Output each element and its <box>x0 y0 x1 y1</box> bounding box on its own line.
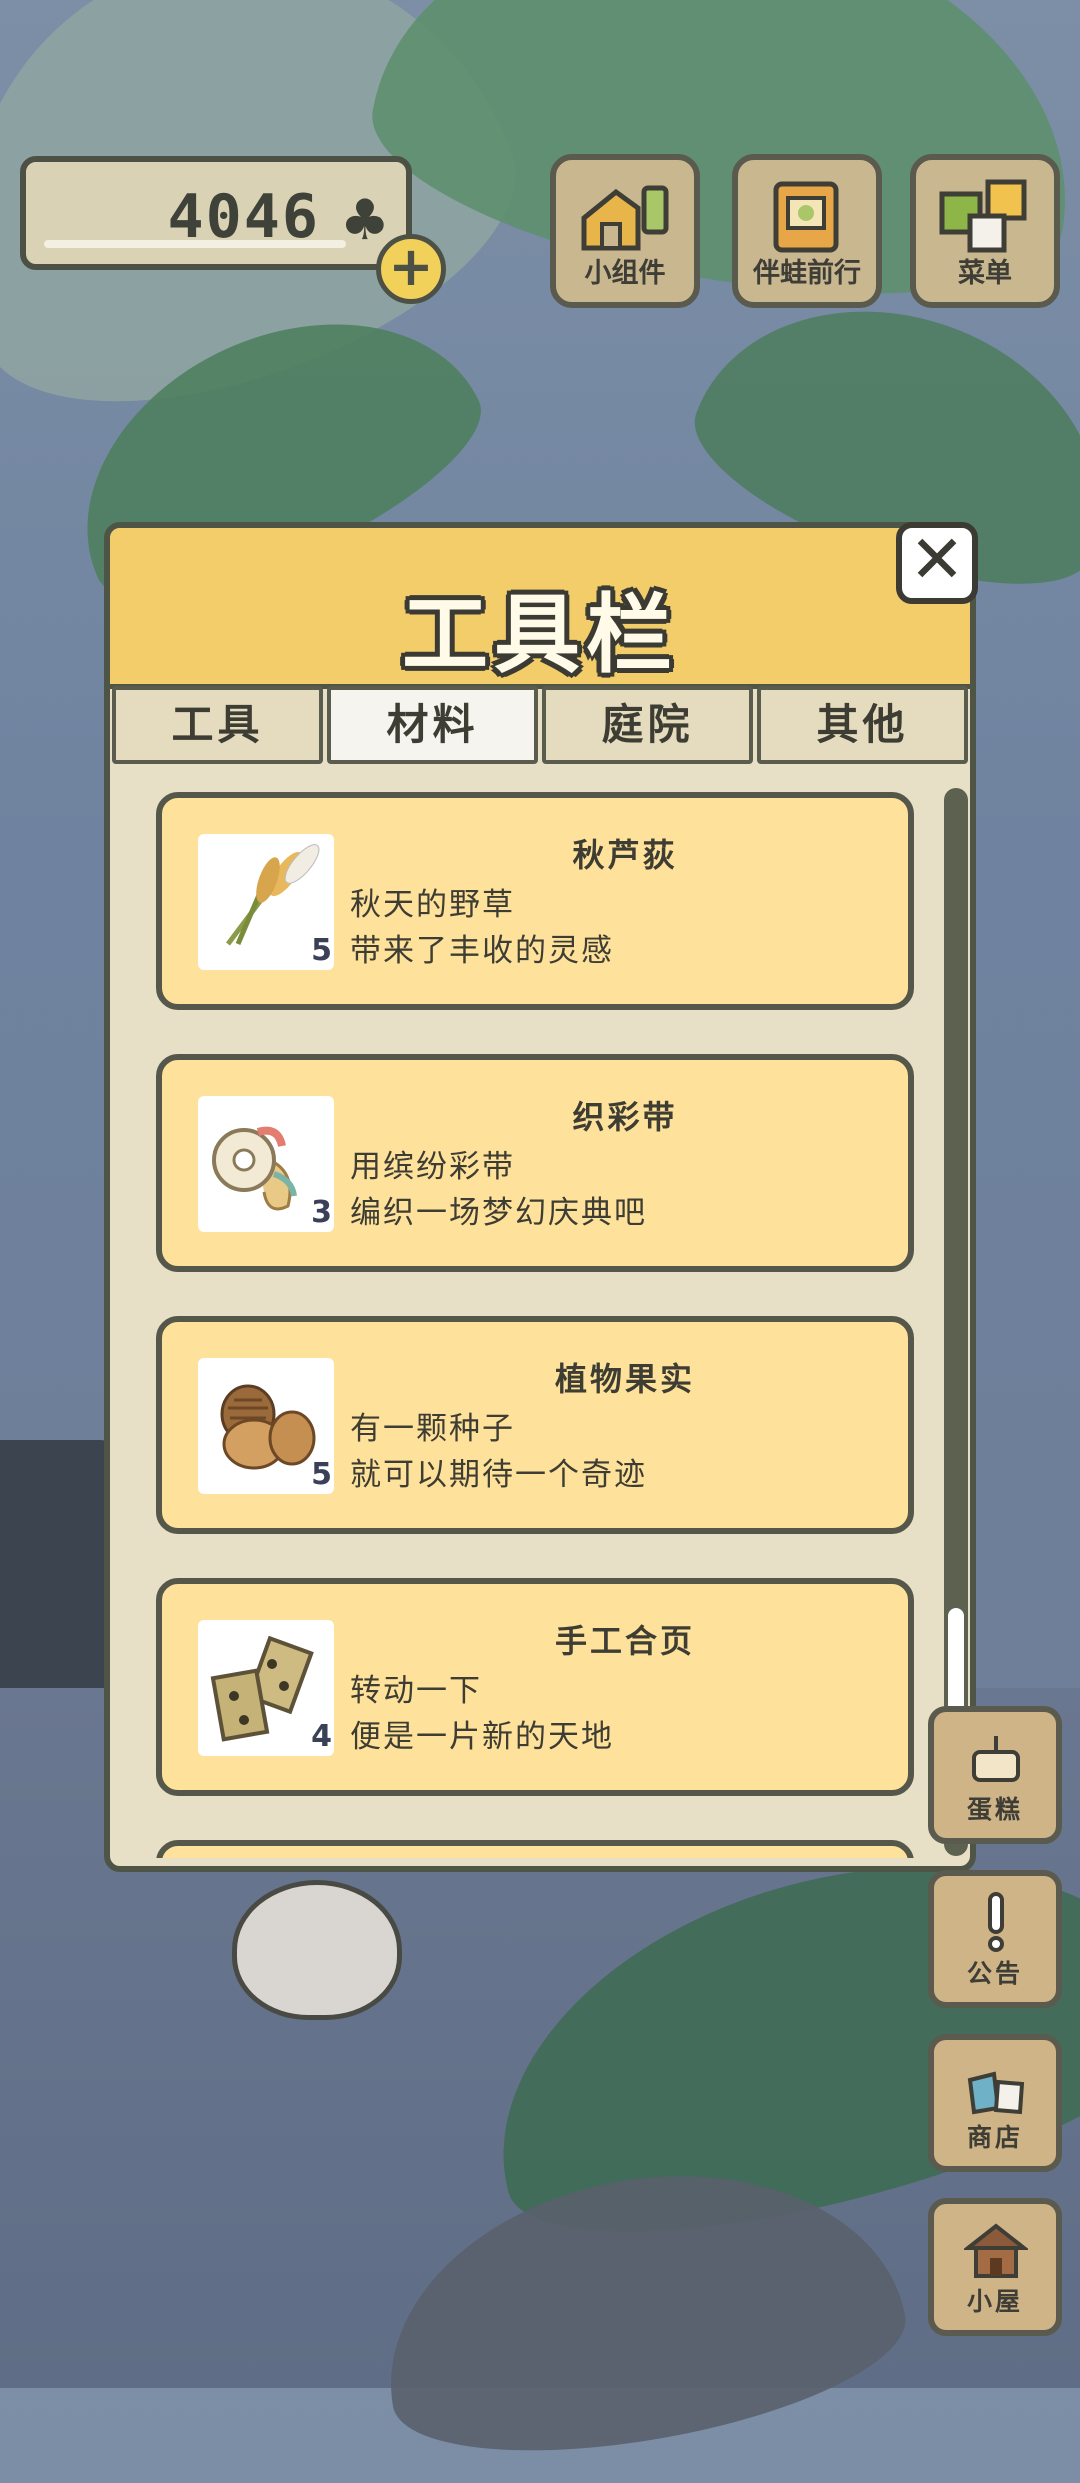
add-clover-button[interactable]: + <box>376 234 446 304</box>
tab-materials[interactable]: 材料 <box>327 686 538 764</box>
item-count: 5 <box>311 933 332 968</box>
clover-icon: ♣ <box>339 188 390 253</box>
item-description-line: 就可以期待一个奇迹 <box>350 1457 647 1493</box>
widget-button[interactable]: 小组件 <box>550 154 700 308</box>
shop-bags-icon <box>967 2071 1025 2115</box>
item-description-line: 编织一场梦幻庆典吧 <box>350 1195 647 1231</box>
close-button[interactable]: ✕ <box>896 522 978 604</box>
cake-icon <box>972 1736 1020 1782</box>
item-description: 秋天的野草 带来了丰收的灵感 <box>350 882 614 974</box>
item-count: 3 <box>311 1195 332 1230</box>
frog-character[interactable] <box>232 1880 402 2020</box>
item-description-line: 有一颗种子 <box>350 1411 515 1447</box>
item-description: 有一颗种子 就可以期待一个奇迹 <box>350 1406 647 1498</box>
counter-highlight <box>44 240 346 248</box>
list-item[interactable]: 3 织彩带 用缤纷彩带 编织一场梦幻庆典吧 <box>156 1054 914 1272</box>
item-description-line: 带来了丰收的灵感 <box>350 933 614 969</box>
item-thumbnail: 5 <box>198 834 334 970</box>
item-thumbnail: 4 <box>198 1620 334 1756</box>
widget-label: 小组件 <box>584 258 666 289</box>
shop-button[interactable]: 商店 <box>928 2034 1062 2172</box>
item-count: 5 <box>311 1457 332 1492</box>
item-name: 秋芦荻 <box>572 836 678 874</box>
menu-icon <box>939 179 1027 253</box>
item-description: 用缤纷彩带 编织一场梦幻庆典吧 <box>350 1144 647 1236</box>
tab-other[interactable]: 其他 <box>757 686 968 764</box>
item-description: 转动一下 便是一片新的天地 <box>350 1668 614 1760</box>
menu-label: 菜单 <box>958 258 1012 289</box>
item-name: 植物果实 <box>554 1360 695 1398</box>
toolbar-panel: 工具栏 工具 材料 庭院 其他 5 秋芦荻 秋天的野草 带来了丰收的灵感 3 织… <box>104 522 976 1872</box>
shop-label: 商店 <box>966 2123 1023 2152</box>
exclamation-icon <box>988 1892 1004 1952</box>
scrollbar[interactable] <box>944 788 968 1856</box>
item-description-line: 便是一片新的天地 <box>350 1719 614 1755</box>
list-item[interactable]: 4 手工合页 转动一下 便是一片新的天地 <box>156 1578 914 1796</box>
tab-tools[interactable]: 工具 <box>112 686 323 764</box>
panel-header: 工具栏 <box>110 528 970 689</box>
item-list[interactable]: 5 秋芦荻 秋天的野草 带来了丰收的灵感 3 织彩带 用缤纷彩带 编织一场梦幻庆… <box>156 792 918 1858</box>
list-item[interactable] <box>156 1840 914 1858</box>
item-description-line: 用缤纷彩带 <box>350 1149 515 1185</box>
item-thumbnail: 5 <box>198 1358 334 1494</box>
journal-icon <box>773 181 839 253</box>
item-name: 手工合页 <box>554 1622 695 1660</box>
list-item[interactable]: 5 秋芦荻 秋天的野草 带来了丰收的灵感 <box>156 792 914 1010</box>
list-item[interactable]: 5 植物果实 有一颗种子 就可以期待一个奇迹 <box>156 1316 914 1534</box>
widget-icon <box>581 185 669 251</box>
cake-button[interactable]: 蛋糕 <box>928 1706 1062 1844</box>
tab-garden[interactable]: 庭院 <box>542 686 753 764</box>
cabin-label: 小屋 <box>966 2287 1023 2316</box>
notice-button[interactable]: 公告 <box>928 1870 1062 2008</box>
panel-title: 工具栏 <box>402 585 678 685</box>
item-thumbnail: 3 <box>198 1096 334 1232</box>
clover-counter: 4046 ♣ <box>20 156 412 270</box>
house-icon <box>964 2223 1028 2278</box>
frog-journey-label: 伴蛙前行 <box>753 258 861 289</box>
tab-bar: 工具 材料 庭院 其他 <box>110 686 970 766</box>
item-description-line: 秋天的野草 <box>350 887 515 923</box>
frog-journey-button[interactable]: 伴蛙前行 <box>732 154 882 308</box>
notice-label: 公告 <box>966 1959 1023 1988</box>
item-count: 4 <box>311 1719 332 1754</box>
cake-label: 蛋糕 <box>966 1795 1023 1824</box>
item-description-line: 转动一下 <box>350 1673 482 1709</box>
item-name: 织彩带 <box>572 1098 678 1136</box>
menu-button[interactable]: 菜单 <box>910 154 1060 308</box>
cabin-button[interactable]: 小屋 <box>928 2198 1062 2336</box>
